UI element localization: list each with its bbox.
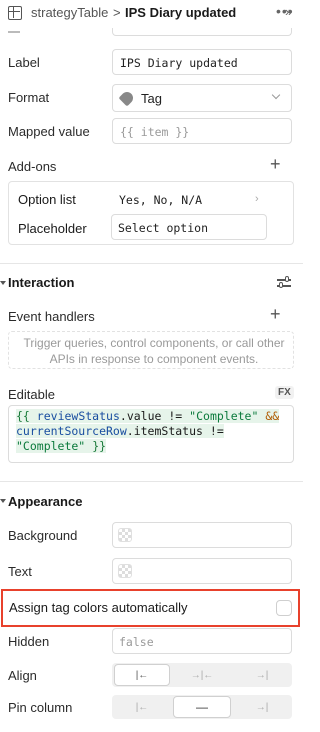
tag-icon (118, 89, 136, 107)
hidden-input-value: false (119, 635, 154, 649)
code-close: }} (92, 439, 107, 453)
format-select-value: Tag (141, 91, 162, 106)
code-var2: currentSourceRow (16, 424, 127, 438)
code-op1: != (168, 409, 183, 423)
event-handlers-hint: Trigger queries, control components, or … (23, 336, 285, 366)
interaction-collapse-icon[interactable] (0, 281, 6, 285)
add-event-handler-plus-icon[interactable]: + (270, 305, 281, 323)
panel-header: strategyTable > IPS Diary updated ••• (0, 0, 303, 26)
editable-label: Editable (8, 387, 55, 402)
code-prop2: .itemStatus (126, 424, 203, 438)
mapped-value-label: Mapped value (8, 124, 90, 139)
code-prop1: .value (119, 409, 162, 423)
code-op2: != (209, 424, 224, 438)
align-segmented-control: |← →|← →| (112, 663, 292, 687)
code-str1: "Complete" (189, 409, 259, 423)
appearance-title[interactable]: Appearance (8, 494, 82, 509)
mapped-value-input[interactable]: {{ item }} (112, 118, 292, 144)
background-label: Background (8, 528, 78, 543)
background-swatch-icon (118, 528, 132, 542)
format-select[interactable]: Tag (112, 84, 292, 112)
event-handlers-label: Event handlers (8, 309, 95, 324)
event-handlers-empty-box: Trigger queries, control components, or … (8, 331, 294, 369)
label-input[interactable]: IPS Diary updated (112, 49, 292, 75)
pin-right-option[interactable]: →| (234, 695, 290, 719)
chevron-right-icon[interactable]: › (255, 193, 259, 205)
code-and: && (265, 409, 280, 423)
chevron-down-icon (271, 90, 281, 100)
label-input-value: IPS Diary updated (120, 56, 238, 70)
pin-none-option[interactable]: — (173, 696, 231, 718)
align-center-option[interactable]: →|← (174, 663, 230, 687)
align-label: Align (8, 668, 37, 683)
text-color-input[interactable] (112, 558, 292, 584)
pin-left-option[interactable]: |← (114, 695, 170, 719)
addons-box: Option list Yes, No, N/A › Placeholder S… (8, 181, 294, 245)
align-left-option[interactable]: |← (114, 664, 170, 686)
placeholder-input[interactable]: Select option (111, 214, 267, 240)
double-chevron-icon[interactable]: » (285, 4, 292, 19)
code-var1: reviewStatus (36, 409, 120, 423)
breadcrumb-parent[interactable]: strategyTable (31, 5, 108, 20)
divider (0, 263, 303, 264)
align-right-option[interactable]: →| (234, 663, 290, 687)
sliders-icon[interactable] (277, 276, 291, 290)
placeholder-label: Placeholder (18, 221, 87, 236)
text-swatch-icon (118, 564, 132, 578)
pin-column-segmented-control: |← — →| (112, 695, 292, 719)
cut-off-label (8, 31, 20, 33)
fx-toggle[interactable]: FX (275, 386, 294, 399)
format-label: Format (8, 90, 50, 105)
table-icon (8, 6, 22, 20)
appearance-collapse-icon[interactable] (0, 499, 6, 503)
interaction-title[interactable]: Interaction (8, 275, 74, 290)
option-list-label: Option list (18, 192, 76, 207)
mapped-value-placeholder: {{ item }} (120, 125, 190, 139)
assign-colors-highlight: Assign tag colors automatically (1, 589, 300, 627)
assign-colors-label: Assign tag colors automatically (9, 600, 188, 615)
label-label: Label (8, 55, 40, 70)
text-color-label: Text (8, 564, 32, 579)
add-addon-plus-icon[interactable]: + (270, 155, 281, 173)
editable-code-editor[interactable]: {{ reviewStatus.value != "Complete" && c… (8, 405, 294, 463)
background-color-input[interactable] (112, 522, 292, 548)
breadcrumb-separator: > (113, 5, 121, 20)
hidden-input[interactable]: false (112, 628, 292, 654)
code-open: {{ (16, 409, 30, 423)
pin-column-label: Pin column (8, 700, 73, 715)
addons-label: Add-ons (8, 159, 57, 174)
divider (0, 481, 303, 482)
placeholder-input-value: Select option (118, 221, 209, 235)
assign-colors-checkbox[interactable] (276, 600, 292, 616)
hidden-label: Hidden (8, 634, 50, 649)
option-list-value[interactable]: Yes, No, N/A (119, 193, 202, 207)
cut-off-field (112, 28, 292, 36)
page-title[interactable]: IPS Diary updated (125, 5, 236, 20)
code-str2: "Complete" (16, 439, 86, 453)
